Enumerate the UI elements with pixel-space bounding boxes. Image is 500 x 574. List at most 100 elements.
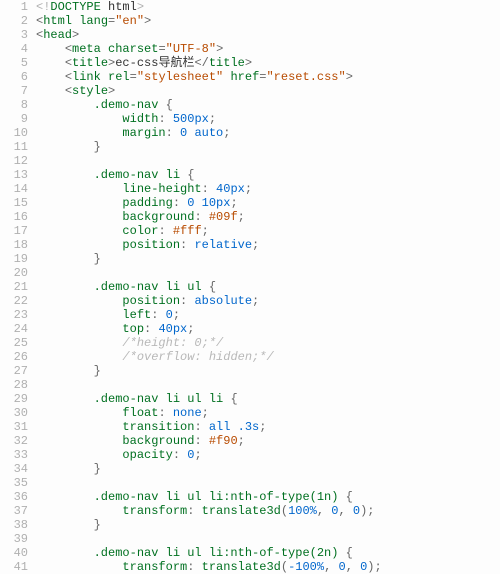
line-code (36, 476, 500, 490)
line-number: 14 (0, 182, 36, 196)
code-line: 23 left: 0; (0, 308, 500, 322)
line-number: 32 (0, 434, 36, 448)
line-code (36, 532, 500, 546)
line-code: .demo-nav li ul li:nth-of-type(2n) { (36, 546, 500, 560)
line-code: color: #fff; (36, 224, 500, 238)
line-number: 24 (0, 322, 36, 336)
line-number: 31 (0, 420, 36, 434)
code-line: 14 line-height: 40px; (0, 182, 500, 196)
line-code: transform: translate3d(-100%, 0, 0); (36, 560, 500, 574)
code-line: 38 } (0, 518, 500, 532)
line-number: 19 (0, 252, 36, 266)
line-code: padding: 0 10px; (36, 196, 500, 210)
line-code: } (36, 252, 500, 266)
line-number: 5 (0, 56, 36, 70)
code-line: 33 opacity: 0; (0, 448, 500, 462)
code-line: 26 /*overflow: hidden;*/ (0, 350, 500, 364)
code-line: 25 /*height: 0;*/ (0, 336, 500, 350)
line-code (36, 378, 500, 392)
line-code: /*overflow: hidden;*/ (36, 350, 500, 364)
line-code: } (36, 364, 500, 378)
line-code: .demo-nav li { (36, 168, 500, 182)
code-line: 16 background: #09f; (0, 210, 500, 224)
code-line: 30 float: none; (0, 406, 500, 420)
code-line: 17 color: #fff; (0, 224, 500, 238)
line-number: 26 (0, 350, 36, 364)
line-number: 20 (0, 266, 36, 280)
line-number: 41 (0, 560, 36, 574)
code-line: 4 <meta charset="UTF-8"> (0, 42, 500, 56)
line-number: 13 (0, 168, 36, 182)
line-code: background: #f90; (36, 434, 500, 448)
line-code: <style> (36, 84, 500, 98)
line-code: position: relative; (36, 238, 500, 252)
line-code: transition: all .3s; (36, 420, 500, 434)
line-code: <head> (36, 28, 500, 42)
line-code: margin: 0 auto; (36, 126, 500, 140)
line-code: opacity: 0; (36, 448, 500, 462)
line-code: line-height: 40px; (36, 182, 500, 196)
line-number: 4 (0, 42, 36, 56)
code-line: 2<html lang="en"> (0, 14, 500, 28)
code-line: 21 .demo-nav li ul { (0, 280, 500, 294)
code-line: 12 (0, 154, 500, 168)
code-line: 11 } (0, 140, 500, 154)
code-line: 18 position: relative; (0, 238, 500, 252)
code-line: 29 .demo-nav li ul li { (0, 392, 500, 406)
line-number: 9 (0, 112, 36, 126)
code-line: 24 top: 40px; (0, 322, 500, 336)
code-line: 39 (0, 532, 500, 546)
line-number: 27 (0, 364, 36, 378)
code-line: 34 } (0, 462, 500, 476)
line-number: 2 (0, 14, 36, 28)
line-code: top: 40px; (36, 322, 500, 336)
line-number: 22 (0, 294, 36, 308)
code-line: 10 margin: 0 auto; (0, 126, 500, 140)
code-line: 32 background: #f90; (0, 434, 500, 448)
line-number: 30 (0, 406, 36, 420)
code-line: 36 .demo-nav li ul li:nth-of-type(1n) { (0, 490, 500, 504)
line-number: 17 (0, 224, 36, 238)
code-line: 19 } (0, 252, 500, 266)
line-code: width: 500px; (36, 112, 500, 126)
line-number: 6 (0, 70, 36, 84)
line-code (36, 154, 500, 168)
line-number: 23 (0, 308, 36, 322)
line-number: 1 (0, 0, 36, 14)
line-code: <html lang="en"> (36, 14, 500, 28)
line-number: 3 (0, 28, 36, 42)
line-number: 40 (0, 546, 36, 560)
line-code: .demo-nav li ul li { (36, 392, 500, 406)
line-number: 11 (0, 140, 36, 154)
line-number: 35 (0, 476, 36, 490)
line-number: 37 (0, 504, 36, 518)
line-number: 8 (0, 98, 36, 112)
code-line: 7 <style> (0, 84, 500, 98)
line-number: 29 (0, 392, 36, 406)
line-code: .demo-nav { (36, 98, 500, 112)
line-number: 25 (0, 336, 36, 350)
code-line: 6 <link rel="stylesheet" href="reset.css… (0, 70, 500, 84)
line-code: .demo-nav li ul { (36, 280, 500, 294)
line-number: 7 (0, 84, 36, 98)
code-line: 13 .demo-nav li { (0, 168, 500, 182)
line-code: <title>ec-css导航栏</title> (36, 56, 500, 70)
code-line: 3<head> (0, 28, 500, 42)
code-line: 28 (0, 378, 500, 392)
line-code: .demo-nav li ul li:nth-of-type(1n) { (36, 490, 500, 504)
code-editor: 1<!DOCTYPE html>2<html lang="en">3<head>… (0, 0, 500, 574)
line-code: position: absolute; (36, 294, 500, 308)
code-line: 9 width: 500px; (0, 112, 500, 126)
line-code (36, 266, 500, 280)
code-line: 8 .demo-nav { (0, 98, 500, 112)
code-line: 22 position: absolute; (0, 294, 500, 308)
line-number: 34 (0, 462, 36, 476)
line-code: <meta charset="UTF-8"> (36, 42, 500, 56)
code-line: 37 transform: translate3d(100%, 0, 0); (0, 504, 500, 518)
line-number: 28 (0, 378, 36, 392)
code-line: 15 padding: 0 10px; (0, 196, 500, 210)
code-line: 27 } (0, 364, 500, 378)
line-number: 38 (0, 518, 36, 532)
code-line: 41 transform: translate3d(-100%, 0, 0); (0, 560, 500, 574)
line-number: 15 (0, 196, 36, 210)
